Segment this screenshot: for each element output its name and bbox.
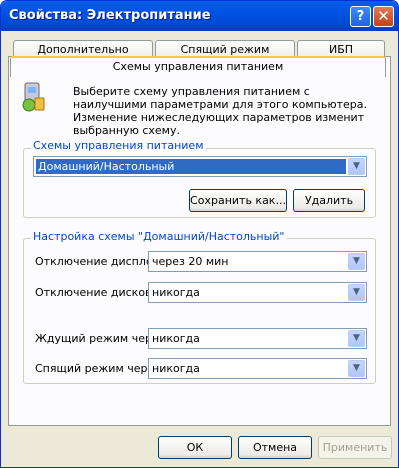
disks-off-value: никогда — [152, 286, 200, 299]
apply-button[interactable]: Применить — [318, 436, 392, 459]
cancel-button[interactable]: Отмена — [238, 436, 312, 459]
chevron-down-icon[interactable]: ▼ — [348, 253, 365, 270]
power-scheme-select[interactable]: Домашний/Настольный ▼ — [33, 156, 367, 177]
standby-select[interactable]: никогда ▼ — [148, 328, 367, 349]
hibernate-value: никогда — [152, 362, 200, 375]
tab-power-schemes[interactable]: Схемы управления питанием — [10, 56, 386, 77]
title-bar[interactable]: Свойства: Электропитание ? ✕ — [1, 1, 398, 31]
schemes-legend: Схемы управления питанием — [31, 139, 206, 152]
chevron-down-icon[interactable]: ▼ — [348, 284, 365, 301]
ok-button[interactable]: ОК — [158, 436, 232, 459]
chevron-down-icon[interactable]: ▼ — [348, 360, 365, 377]
settings-legend: Настройка схемы "Домашний/Настольный" — [31, 230, 287, 243]
window-title: Свойства: Электропитание — [9, 8, 211, 23]
save-as-button[interactable]: Сохранить как... — [189, 189, 287, 212]
chevron-down-icon[interactable]: ▼ — [348, 330, 365, 347]
chevron-down-icon[interactable]: ▼ — [348, 158, 365, 175]
close-button[interactable]: ✕ — [373, 6, 394, 27]
power-scheme-value: Домашний/Настольный — [36, 159, 346, 174]
delete-button[interactable]: Удалить — [293, 189, 365, 212]
help-button[interactable]: ? — [350, 6, 371, 27]
display-off-value: через 20 мин — [152, 255, 229, 268]
disks-off-label: Отключение дисков: — [35, 286, 156, 299]
power-options-dialog: Свойства: Электропитание ? ✕ Дополнитель… — [0, 0, 399, 468]
display-off-label: Отключение дисплея: — [35, 255, 163, 268]
standby-value: никогда — [152, 332, 200, 345]
intro-text: Выберите схему управления питанием с наи… — [73, 85, 368, 137]
display-off-select[interactable]: через 20 мин ▼ — [148, 251, 367, 272]
disks-off-select[interactable]: никогда ▼ — [148, 282, 367, 303]
power-options-icon — [22, 82, 45, 112]
hibernate-label: Спящий режим через: — [35, 362, 164, 375]
hibernate-select[interactable]: никогда ▼ — [148, 358, 367, 379]
